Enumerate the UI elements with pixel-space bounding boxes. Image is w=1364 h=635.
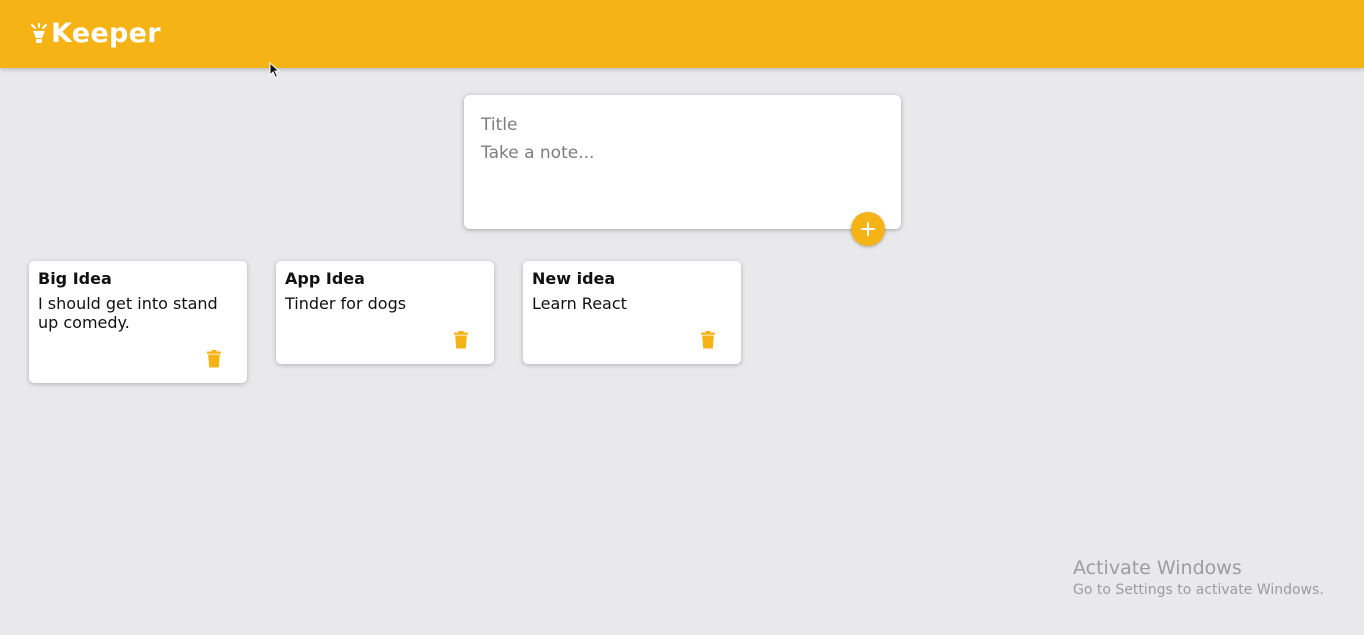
plus-icon xyxy=(861,222,875,236)
trash-icon xyxy=(454,331,468,349)
note-content: Learn React xyxy=(532,294,627,313)
lightbulb-icon xyxy=(31,23,47,43)
note-content: I should get into stand up comedy. xyxy=(38,294,218,332)
note-title: Big Idea xyxy=(38,269,112,288)
watermark-title: Activate Windows xyxy=(1073,557,1242,579)
note-card: App Idea Tinder for dogs xyxy=(276,261,494,364)
delete-note-button[interactable] xyxy=(701,331,715,349)
note-title-input[interactable] xyxy=(481,113,881,137)
note-card: New idea Learn React xyxy=(523,261,741,364)
delete-note-button[interactable] xyxy=(207,350,221,368)
app-header: Keeper xyxy=(0,0,1364,68)
note-card: Big Idea I should get into stand up come… xyxy=(29,261,247,383)
note-title: New idea xyxy=(532,269,616,288)
create-note-form xyxy=(464,95,901,229)
delete-note-button[interactable] xyxy=(454,331,468,349)
mouse-cursor-icon xyxy=(269,62,281,79)
note-title: App Idea xyxy=(285,269,365,288)
app-title: Keeper xyxy=(51,18,161,49)
trash-icon xyxy=(207,350,221,368)
watermark-subtitle: Go to Settings to activate Windows. xyxy=(1073,582,1324,598)
windows-activation-watermark: Activate Windows Go to Settings to activ… xyxy=(1073,556,1324,600)
note-content-input[interactable] xyxy=(481,142,881,202)
note-content: Tinder for dogs xyxy=(285,294,407,313)
brand: Keeper xyxy=(30,17,161,51)
trash-icon xyxy=(701,331,715,349)
add-note-button[interactable] xyxy=(851,212,885,246)
